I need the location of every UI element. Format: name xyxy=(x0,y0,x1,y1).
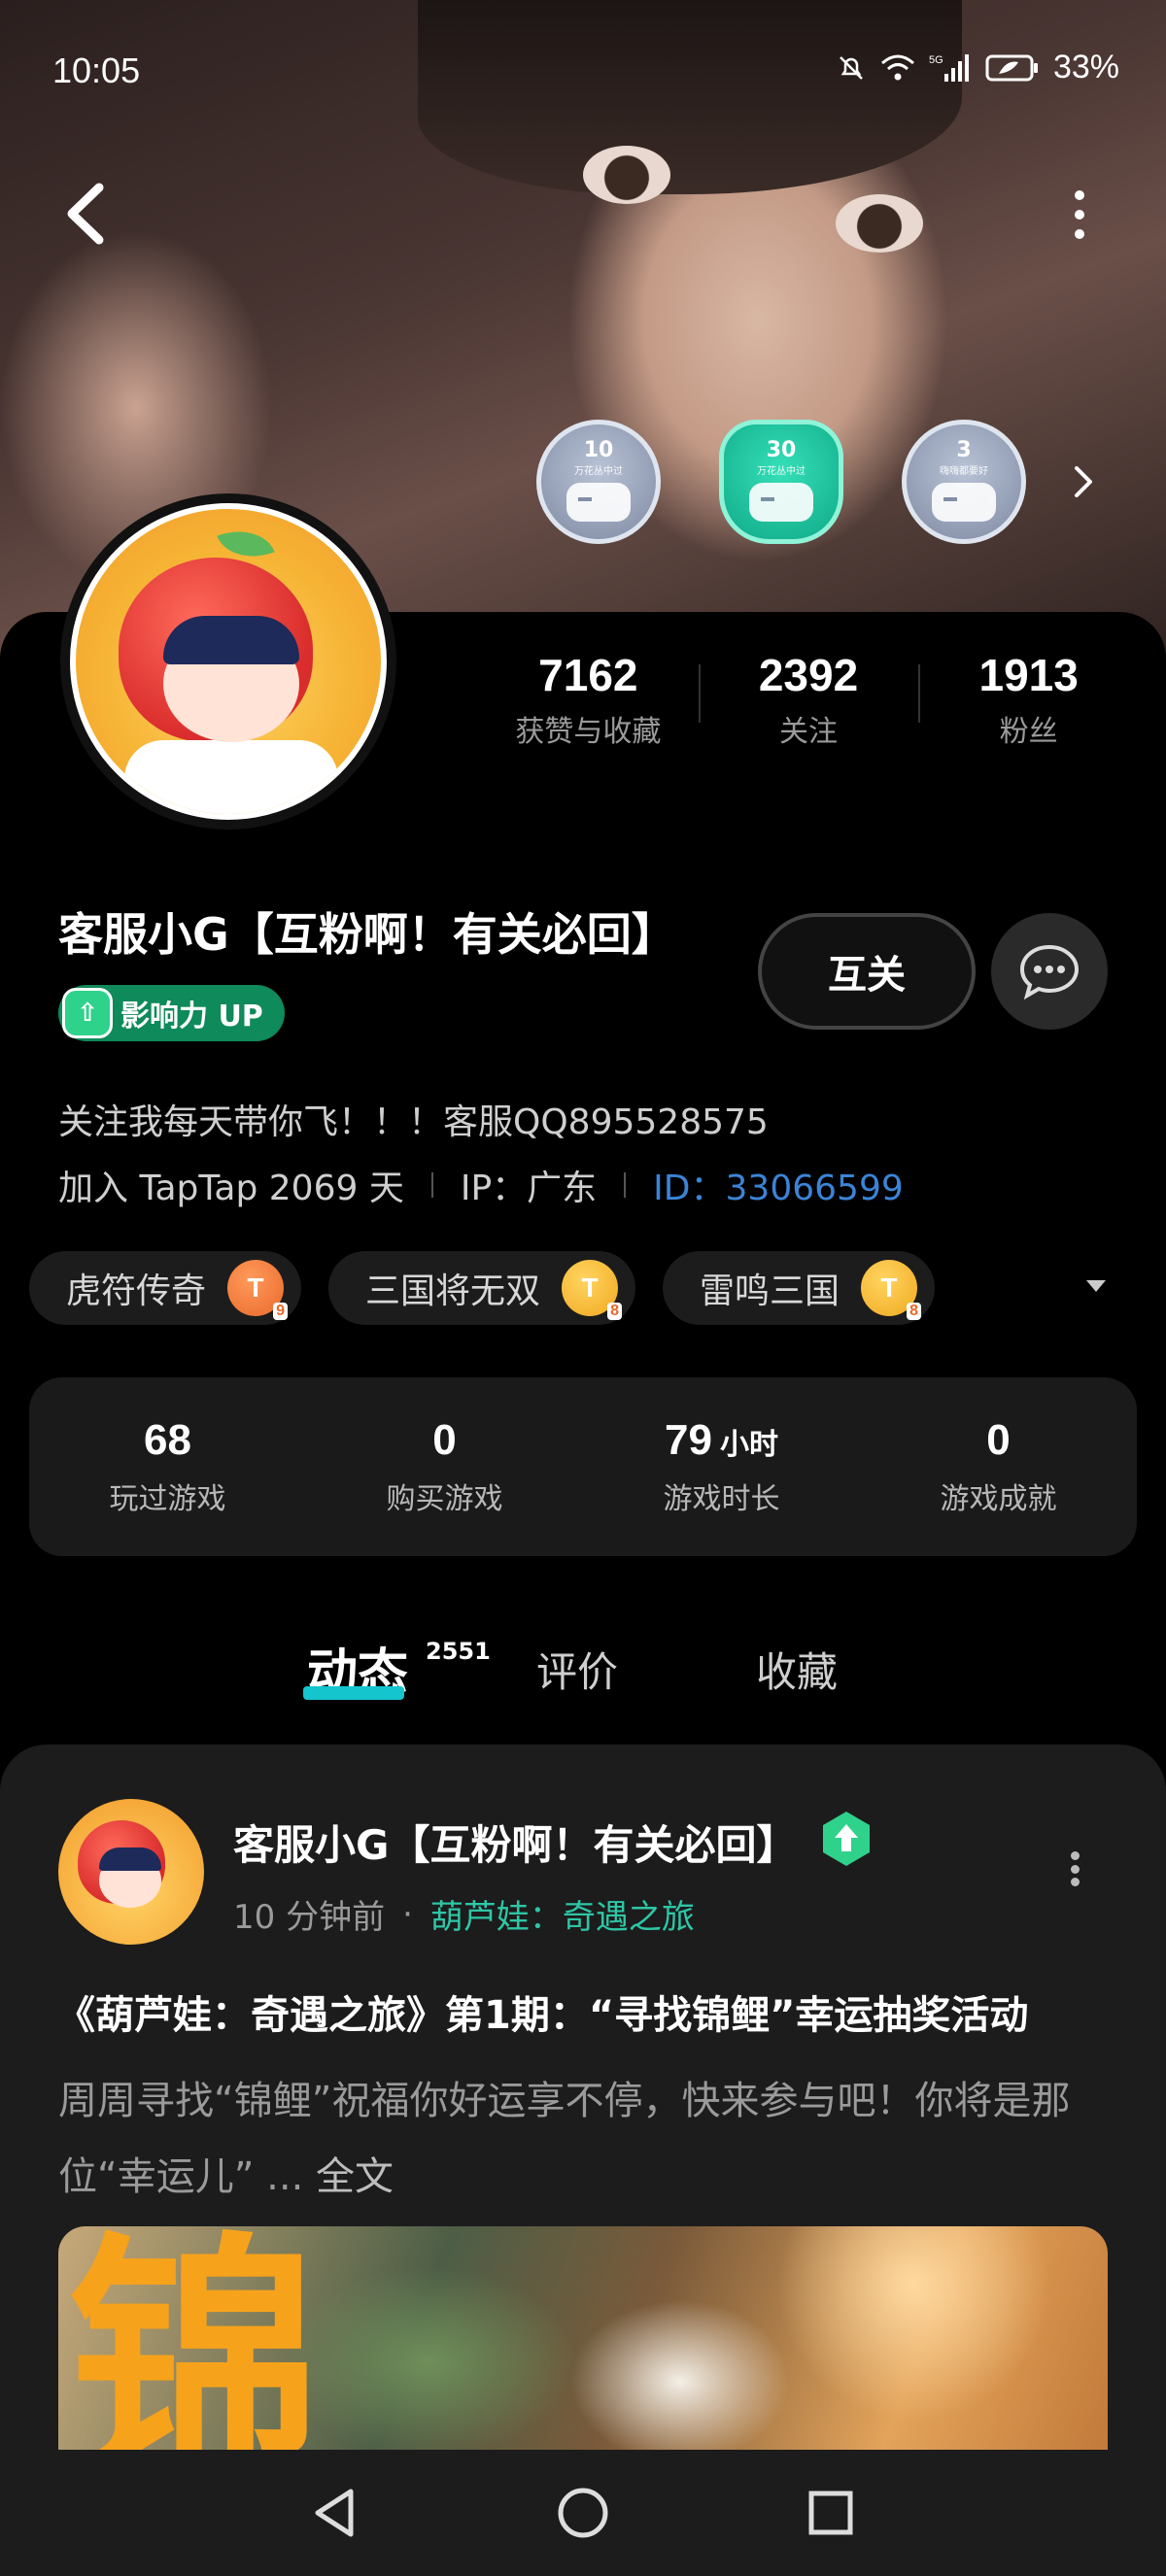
circle-home-icon xyxy=(558,2488,608,2538)
post-meta: 10 分钟前 · 葫芦娃：奇遇之旅 xyxy=(233,1890,695,1938)
ip-location: IP：广东 xyxy=(460,1169,598,1208)
5g-signal-icon: 5G xyxy=(929,53,969,82)
status-bar: 10:05 5G 33% xyxy=(0,0,1166,146)
chat-bubble-icon xyxy=(1019,944,1080,1000)
achievement-badges[interactable]: 10 万花丛中过 30 万花丛中过 3 嗨嗨都要好 xyxy=(536,420,1026,544)
active-tab-indicator xyxy=(303,1686,404,1700)
status-time: 10:05 xyxy=(52,51,141,90)
more-vertical-icon xyxy=(1075,190,1084,200)
mutual-follow-button[interactable]: 互关 xyxy=(758,913,976,1030)
badge-silver-10[interactable]: 10 万花丛中过 xyxy=(536,420,661,544)
achievements[interactable]: 0 游戏成就 xyxy=(860,1416,1137,1517)
stat-followers[interactable]: 1913 粉丝 xyxy=(918,649,1139,750)
post-body[interactable]: 周周寻找“锦鲤”祝福你好运享不停，快来参与吧！你将是那位“幸运儿” ... 全文 xyxy=(58,2063,1117,2215)
taptap-level-icon: T8 xyxy=(562,1260,623,1320)
square-recents-icon xyxy=(808,2491,853,2535)
gamepad-icon xyxy=(566,483,631,522)
post-author-name[interactable]: 客服小G【互粉啊！有关必回】 xyxy=(233,1813,797,1872)
nav-back-button[interactable] xyxy=(301,2479,369,2547)
stat-likes[interactable]: 7162 获赞与收藏 xyxy=(478,649,699,750)
back-button[interactable] xyxy=(60,180,119,248)
post-title[interactable]: 《葫芦娃：奇遇之旅》第1期：“寻找锦鲤”幸运抽奖活动 xyxy=(56,1983,1028,2040)
game-tag-sanguo[interactable]: 三国将无双 T8 xyxy=(328,1251,636,1325)
post-image-text: 锦 xyxy=(68,2226,321,2453)
influence-label: 影响力 UP xyxy=(120,1000,263,1034)
chevron-right-icon xyxy=(1075,466,1092,497)
post-image[interactable]: 锦 xyxy=(58,2226,1108,2452)
system-nav-bar xyxy=(0,2450,1166,2576)
post-author-avatar[interactable] xyxy=(58,1799,204,1945)
post-game-link[interactable]: 葫芦娃：奇遇之旅 xyxy=(430,1890,695,1938)
wifi-icon xyxy=(880,54,914,80)
play-time[interactable]: 79 小时 游戏时长 xyxy=(583,1416,860,1517)
badge-silver-3[interactable]: 3 嗨嗨都要好 xyxy=(902,420,1026,544)
chevron-left-icon xyxy=(67,183,104,245)
played-games[interactable]: 68 玩过游戏 xyxy=(29,1416,306,1517)
joined-days: 加入 TapTap 2069 天 xyxy=(58,1169,404,1208)
mute-bell-icon xyxy=(840,55,863,80)
triangle-back-icon xyxy=(315,2489,354,2537)
play-stats: 68 玩过游戏 0 购买游戏 79 小时 游戏时长 0 游戏成就 xyxy=(29,1377,1137,1556)
badge-green-30[interactable]: 30 万花丛中过 xyxy=(719,420,843,544)
nav-recents-button[interactable] xyxy=(797,2479,865,2547)
more-options-button[interactable] xyxy=(1065,190,1094,239)
thumbs-up-icon xyxy=(932,483,996,522)
badges-more-button[interactable] xyxy=(1069,462,1098,501)
post-time: 10 分钟前 xyxy=(233,1898,386,1937)
expand-games-icon[interactable] xyxy=(1086,1280,1106,1292)
posts-count: 2551 xyxy=(426,1638,491,1665)
post-more-button[interactable] xyxy=(1065,1851,1084,1886)
read-full-link[interactable]: 全文 xyxy=(316,2154,394,2199)
taptap-level-icon: T8 xyxy=(861,1260,922,1320)
stat-following[interactable]: 2392 关注 xyxy=(698,649,919,750)
influence-up-icon xyxy=(816,1809,876,1869)
game-tags: 虎符传奇 T9 三国将无双 T8 雷鸣三国 T8 xyxy=(29,1251,936,1325)
battery-percent: 33% xyxy=(1052,49,1119,85)
game-tag-hufu[interactable]: 虎符传奇 T9 xyxy=(29,1251,302,1325)
message-button[interactable] xyxy=(991,913,1108,1030)
gamepad-icon xyxy=(749,483,813,522)
nav-home-button[interactable] xyxy=(549,2479,617,2547)
influence-badge[interactable]: ⇧ 影响力 UP xyxy=(58,985,285,1041)
svg-text:5G: 5G xyxy=(929,54,943,66)
profile-bio: 关注我每天带你飞！！！客服QQ895528575 xyxy=(58,1102,769,1142)
more-vertical-icon xyxy=(1070,1851,1080,1860)
user-id[interactable]: ID：33066599 xyxy=(653,1160,904,1210)
profile-meta: 加入 TapTap 2069 天 IP：广东 ID：33066599 xyxy=(58,1160,904,1210)
battery-icon xyxy=(985,54,1038,81)
taptap-level-icon: T9 xyxy=(227,1260,289,1320)
game-tag-leiming[interactable]: 雷鸣三国 T8 xyxy=(663,1251,936,1325)
content-tabs: 动态 评价 收藏 xyxy=(0,1632,1166,1719)
influence-up-icon: ⇧ xyxy=(62,988,113,1038)
profile-stats: 7162 获赞与收藏 2392 关注 1913 粉丝 xyxy=(478,649,1139,750)
avatar[interactable] xyxy=(60,493,396,830)
purchased-games[interactable]: 0 购买游戏 xyxy=(306,1416,583,1517)
tab-reviews[interactable]: 评价 xyxy=(536,1640,618,1699)
tab-favorites[interactable]: 收藏 xyxy=(756,1640,838,1699)
profile-name: 客服小G【互粉啊！有关必回】 xyxy=(58,908,676,961)
